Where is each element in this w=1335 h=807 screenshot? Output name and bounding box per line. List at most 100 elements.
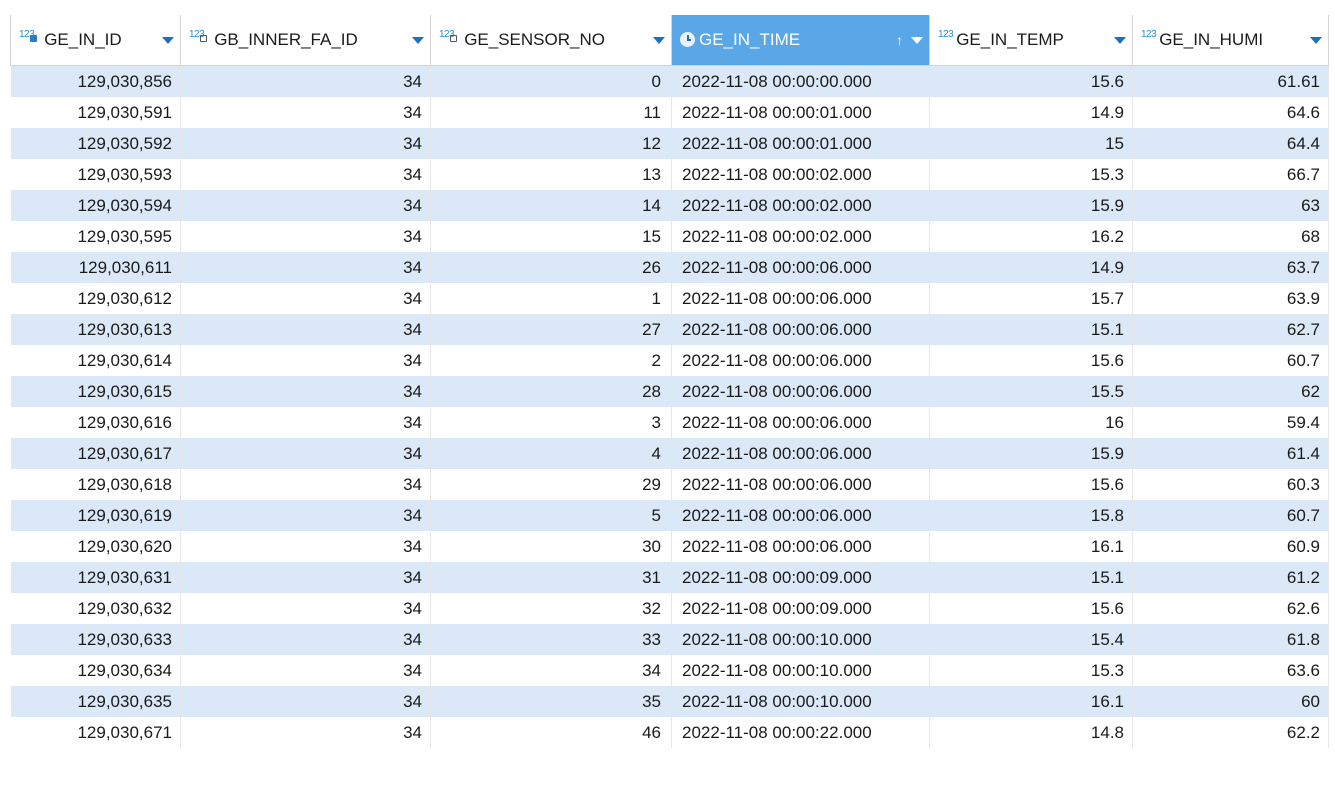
cell-ge-in-time[interactable]: 2022-11-08 00:00:06.000 bbox=[671, 376, 930, 407]
cell-gb-inner-fa-id[interactable]: 34 bbox=[180, 562, 431, 593]
cell-ge-in-temp[interactable]: 16.1 bbox=[929, 686, 1133, 717]
cell-ge-in-temp[interactable]: 14.8 bbox=[929, 717, 1133, 748]
cell-ge-in-id[interactable]: 129,030,591 bbox=[10, 97, 181, 128]
column-header-ge-in-id[interactable]: 123 GE_IN_ID bbox=[10, 15, 181, 66]
table-row[interactable]: 129,030,619 34 5 2022-11-08 00:00:06.000 15.… bbox=[10, 500, 1329, 531]
table-row[interactable]: 129,030,634 34 34 2022-11-08 00:00:10.000 15… bbox=[10, 655, 1329, 686]
table-row[interactable]: 129,030,617 34 4 2022-11-08 00:00:06.000 15.… bbox=[10, 438, 1329, 469]
cell-ge-in-humi[interactable]: 63.9 bbox=[1132, 283, 1329, 314]
cell-ge-sensor-no[interactable]: 32 bbox=[430, 593, 672, 624]
cell-ge-in-humi[interactable]: 59.4 bbox=[1132, 407, 1329, 438]
cell-ge-in-temp[interactable]: 15.8 bbox=[929, 500, 1133, 531]
cell-ge-in-time[interactable]: 2022-11-08 00:00:10.000 bbox=[671, 686, 930, 717]
column-header-ge-in-humi[interactable]: 123 GE_IN_HUMI bbox=[1132, 15, 1329, 66]
cell-ge-in-humi[interactable]: 60.7 bbox=[1132, 500, 1329, 531]
cell-ge-in-humi[interactable]: 64.4 bbox=[1132, 128, 1329, 159]
table-row[interactable]: 129,030,620 34 30 2022-11-08 00:00:06.000 16… bbox=[10, 531, 1329, 562]
cell-ge-in-id[interactable]: 129,030,592 bbox=[10, 128, 181, 159]
cell-gb-inner-fa-id[interactable]: 34 bbox=[180, 190, 431, 221]
cell-gb-inner-fa-id[interactable]: 34 bbox=[180, 252, 431, 283]
cell-gb-inner-fa-id[interactable]: 34 bbox=[180, 128, 431, 159]
cell-gb-inner-fa-id[interactable]: 34 bbox=[180, 531, 431, 562]
table-row[interactable]: 129,030,612 34 1 2022-11-08 00:00:06.000 15.… bbox=[10, 283, 1329, 314]
cell-ge-in-id[interactable]: 129,030,618 bbox=[10, 469, 181, 500]
cell-ge-in-temp[interactable]: 14.9 bbox=[929, 252, 1133, 283]
column-header-ge-in-time[interactable]: GE_IN_TIME ↑ bbox=[671, 15, 930, 66]
cell-ge-in-time[interactable]: 2022-11-08 00:00:01.000 bbox=[671, 97, 930, 128]
cell-ge-sensor-no[interactable]: 3 bbox=[430, 407, 672, 438]
cell-gb-inner-fa-id[interactable]: 34 bbox=[180, 624, 431, 655]
cell-ge-in-id[interactable]: 129,030,613 bbox=[10, 314, 181, 345]
table-row[interactable]: 129,030,615 34 28 2022-11-08 00:00:06.000 15… bbox=[10, 376, 1329, 407]
cell-ge-sensor-no[interactable]: 5 bbox=[430, 500, 672, 531]
cell-ge-in-humi[interactable]: 61.4 bbox=[1132, 438, 1329, 469]
column-header-ge-in-temp[interactable]: 123 GE_IN_TEMP bbox=[929, 15, 1133, 66]
cell-ge-in-id[interactable]: 129,030,632 bbox=[10, 593, 181, 624]
cell-ge-in-temp[interactable]: 15.1 bbox=[929, 562, 1133, 593]
cell-ge-sensor-no[interactable]: 1 bbox=[430, 283, 672, 314]
table-row[interactable]: 129,030,611 34 26 2022-11-08 00:00:06.000 14… bbox=[10, 252, 1329, 283]
cell-ge-in-time[interactable]: 2022-11-08 00:00:22.000 bbox=[671, 717, 930, 748]
cell-ge-in-id[interactable]: 129,030,617 bbox=[10, 438, 181, 469]
cell-ge-sensor-no[interactable]: 11 bbox=[430, 97, 672, 128]
cell-ge-in-time[interactable]: 2022-11-08 00:00:06.000 bbox=[671, 531, 930, 562]
cell-ge-sensor-no[interactable]: 29 bbox=[430, 469, 672, 500]
cell-ge-in-temp[interactable]: 16.2 bbox=[929, 221, 1133, 252]
cell-ge-in-temp[interactable]: 15.6 bbox=[929, 345, 1133, 376]
cell-gb-inner-fa-id[interactable]: 34 bbox=[180, 655, 431, 686]
cell-ge-in-temp[interactable]: 15 bbox=[929, 128, 1133, 159]
cell-ge-in-temp[interactable]: 15.9 bbox=[929, 190, 1133, 221]
cell-ge-in-temp[interactable]: 16 bbox=[929, 407, 1133, 438]
cell-ge-in-temp[interactable]: 15.3 bbox=[929, 655, 1133, 686]
cell-ge-sensor-no[interactable]: 15 bbox=[430, 221, 672, 252]
column-header-gb-inner-fa-id[interactable]: 123 GB_INNER_FA_ID bbox=[180, 15, 431, 66]
cell-ge-in-humi[interactable]: 62 bbox=[1132, 376, 1329, 407]
cell-ge-in-humi[interactable]: 68 bbox=[1132, 221, 1329, 252]
cell-ge-in-time[interactable]: 2022-11-08 00:00:02.000 bbox=[671, 159, 930, 190]
cell-ge-in-temp[interactable]: 15.9 bbox=[929, 438, 1133, 469]
cell-ge-in-id[interactable]: 129,030,595 bbox=[10, 221, 181, 252]
cell-ge-in-time[interactable]: 2022-11-08 00:00:06.000 bbox=[671, 500, 930, 531]
cell-ge-sensor-no[interactable]: 26 bbox=[430, 252, 672, 283]
cell-ge-in-humi[interactable]: 61.61 bbox=[1132, 65, 1329, 97]
cell-ge-sensor-no[interactable]: 34 bbox=[430, 655, 672, 686]
cell-ge-in-time[interactable]: 2022-11-08 00:00:06.000 bbox=[671, 438, 930, 469]
chevron-down-icon[interactable] bbox=[1310, 36, 1322, 44]
cell-ge-sensor-no[interactable]: 35 bbox=[430, 686, 672, 717]
cell-ge-in-humi[interactable]: 63.6 bbox=[1132, 655, 1329, 686]
cell-ge-sensor-no[interactable]: 14 bbox=[430, 190, 672, 221]
table-row[interactable]: 129,030,633 34 33 2022-11-08 00:00:10.000 15… bbox=[10, 624, 1329, 655]
cell-ge-in-time[interactable]: 2022-11-08 00:00:01.000 bbox=[671, 128, 930, 159]
cell-ge-in-temp[interactable]: 15.6 bbox=[929, 469, 1133, 500]
cell-ge-in-humi[interactable]: 62.7 bbox=[1132, 314, 1329, 345]
cell-ge-in-time[interactable]: 2022-11-08 00:00:06.000 bbox=[671, 314, 930, 345]
cell-ge-in-temp[interactable]: 15.7 bbox=[929, 283, 1133, 314]
chevron-down-icon[interactable] bbox=[162, 36, 174, 44]
cell-gb-inner-fa-id[interactable]: 34 bbox=[180, 159, 431, 190]
cell-ge-in-temp[interactable]: 15.1 bbox=[929, 314, 1133, 345]
cell-ge-in-id[interactable]: 129,030,611 bbox=[10, 252, 181, 283]
table-row[interactable]: 129,030,613 34 27 2022-11-08 00:00:06.000 15… bbox=[10, 314, 1329, 345]
table-row[interactable]: 129,030,618 34 29 2022-11-08 00:00:06.000 15… bbox=[10, 469, 1329, 500]
cell-ge-in-id[interactable]: 129,030,614 bbox=[10, 345, 181, 376]
cell-ge-in-humi[interactable]: 60 bbox=[1132, 686, 1329, 717]
cell-ge-sensor-no[interactable]: 27 bbox=[430, 314, 672, 345]
cell-ge-in-id[interactable]: 129,030,634 bbox=[10, 655, 181, 686]
cell-ge-in-humi[interactable]: 64.6 bbox=[1132, 97, 1329, 128]
cell-ge-in-time[interactable]: 2022-11-08 00:00:10.000 bbox=[671, 655, 930, 686]
cell-ge-in-id[interactable]: 129,030,856 bbox=[10, 65, 181, 97]
table-row[interactable]: 129,030,631 34 31 2022-11-08 00:00:09.000 15… bbox=[10, 562, 1329, 593]
table-row[interactable]: 129,030,593 34 13 2022-11-08 00:00:02.000 15… bbox=[10, 159, 1329, 190]
table-row[interactable]: 129,030,671 34 46 2022-11-08 00:00:22.000 14… bbox=[10, 717, 1329, 748]
cell-ge-in-time[interactable]: 2022-11-08 00:00:09.000 bbox=[671, 562, 930, 593]
cell-gb-inner-fa-id[interactable]: 34 bbox=[180, 314, 431, 345]
cell-ge-in-id[interactable]: 129,030,671 bbox=[10, 717, 181, 748]
cell-ge-in-temp[interactable]: 15.6 bbox=[929, 593, 1133, 624]
cell-ge-in-time[interactable]: 2022-11-08 00:00:06.000 bbox=[671, 407, 930, 438]
cell-ge-sensor-no[interactable]: 4 bbox=[430, 438, 672, 469]
column-header-ge-sensor-no[interactable]: 123 GE_SENSOR_NO bbox=[430, 15, 672, 66]
cell-ge-sensor-no[interactable]: 31 bbox=[430, 562, 672, 593]
cell-gb-inner-fa-id[interactable]: 34 bbox=[180, 97, 431, 128]
cell-ge-in-time[interactable]: 2022-11-08 00:00:06.000 bbox=[671, 252, 930, 283]
table-row[interactable]: 129,030,616 34 3 2022-11-08 00:00:06.000 16 5… bbox=[10, 407, 1329, 438]
